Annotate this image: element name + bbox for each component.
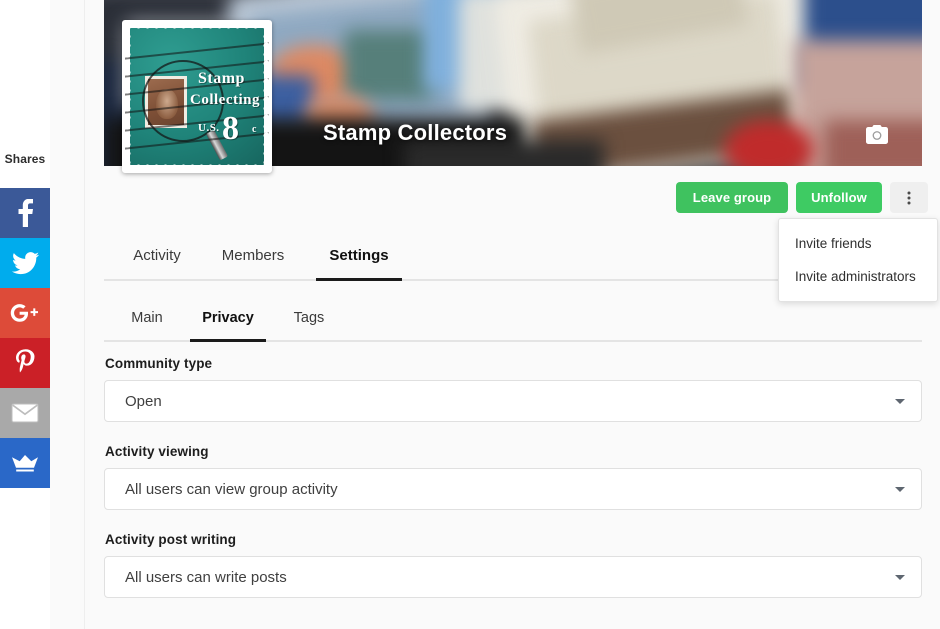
chevron-down-icon [895,487,905,492]
select-community-type-value: Open [125,392,162,410]
shares-label: Shares [4,152,46,166]
more-vertical-icon [907,191,911,204]
share-button-twitter[interactable] [0,238,50,288]
field-activity-post-writing: Activity post writing All users can writ… [104,532,922,598]
stamp-word-cent: c [252,124,257,135]
twitter-icon [11,251,39,275]
avatar-image: Stamp Collecting U.S. 8 c [125,23,269,170]
select-community-type[interactable]: Open [104,380,922,422]
group-title: Stamp Collectors [323,120,508,145]
pinterest-icon [14,349,36,377]
select-activity-post-writing-value: All users can write posts [125,568,287,586]
stamp-perforation-bottom [125,163,269,170]
privacy-settings-form: Community type Open Activity viewing All… [104,356,922,620]
menu-item-invite-friends[interactable]: Invite friends [779,227,937,260]
chevron-down-icon [895,575,905,580]
crown-icon [11,454,39,472]
google-plus-icon [10,303,40,323]
subtab-privacy[interactable]: Privacy [190,300,266,342]
label-activity-viewing: Activity viewing [105,444,209,459]
stamp-word-stamp: Stamp [198,70,245,87]
share-button-google-plus[interactable] [0,288,50,338]
facebook-icon [18,199,33,227]
select-activity-post-writing[interactable]: All users can write posts [104,556,922,598]
stamp-face: Stamp Collecting U.S. 8 c [125,28,269,165]
stamp-word-value: 8 [222,110,240,147]
select-activity-viewing-value: All users can view group activity [125,480,338,498]
social-share-rail: Shares [0,0,50,629]
tab-activity[interactable]: Activity [124,238,190,281]
stamp-perforation-left [125,23,132,170]
share-button-facebook[interactable] [0,188,50,238]
tab-members[interactable]: Members [210,238,296,281]
share-button-pinterest[interactable] [0,338,50,388]
leave-group-button[interactable]: Leave group [676,182,788,213]
stamp-perforation-right [262,23,269,170]
subtab-main[interactable]: Main [124,300,170,342]
email-icon [11,403,39,423]
share-button-vk[interactable] [0,438,50,488]
group-avatar[interactable]: Stamp Collecting U.S. 8 c [122,20,272,173]
field-community-type: Community type Open [104,356,922,422]
group-page: Stamp Collectors Stamp Collecting U.S. 8… [86,0,940,629]
select-activity-viewing[interactable]: All users can view group activity [104,468,922,510]
rail-divider [84,0,85,629]
more-options-button[interactable] [890,182,928,213]
camera-icon[interactable] [866,125,888,144]
share-button-email[interactable] [0,388,50,438]
more-options-menu: Invite friends Invite administrators [778,218,938,302]
field-activity-viewing: Activity viewing All users can view grou… [104,444,922,510]
stamp-word-collecting: Collecting [190,92,260,108]
secondary-tabs: Main Privacy Tags [104,300,922,342]
unfollow-button[interactable]: Unfollow [796,182,882,213]
group-action-bar: Leave group Unfollow Invite friends Invi… [104,174,938,302]
stamp-perforation-top [125,23,269,30]
stamp-word-us: U.S. [198,122,220,134]
subtab-tags[interactable]: Tags [286,300,332,342]
tab-settings[interactable]: Settings [316,238,402,281]
menu-item-invite-administrators[interactable]: Invite administrators [779,260,937,293]
chevron-down-icon [895,399,905,404]
label-activity-post-writing: Activity post writing [105,532,237,547]
label-community-type: Community type [105,356,213,371]
